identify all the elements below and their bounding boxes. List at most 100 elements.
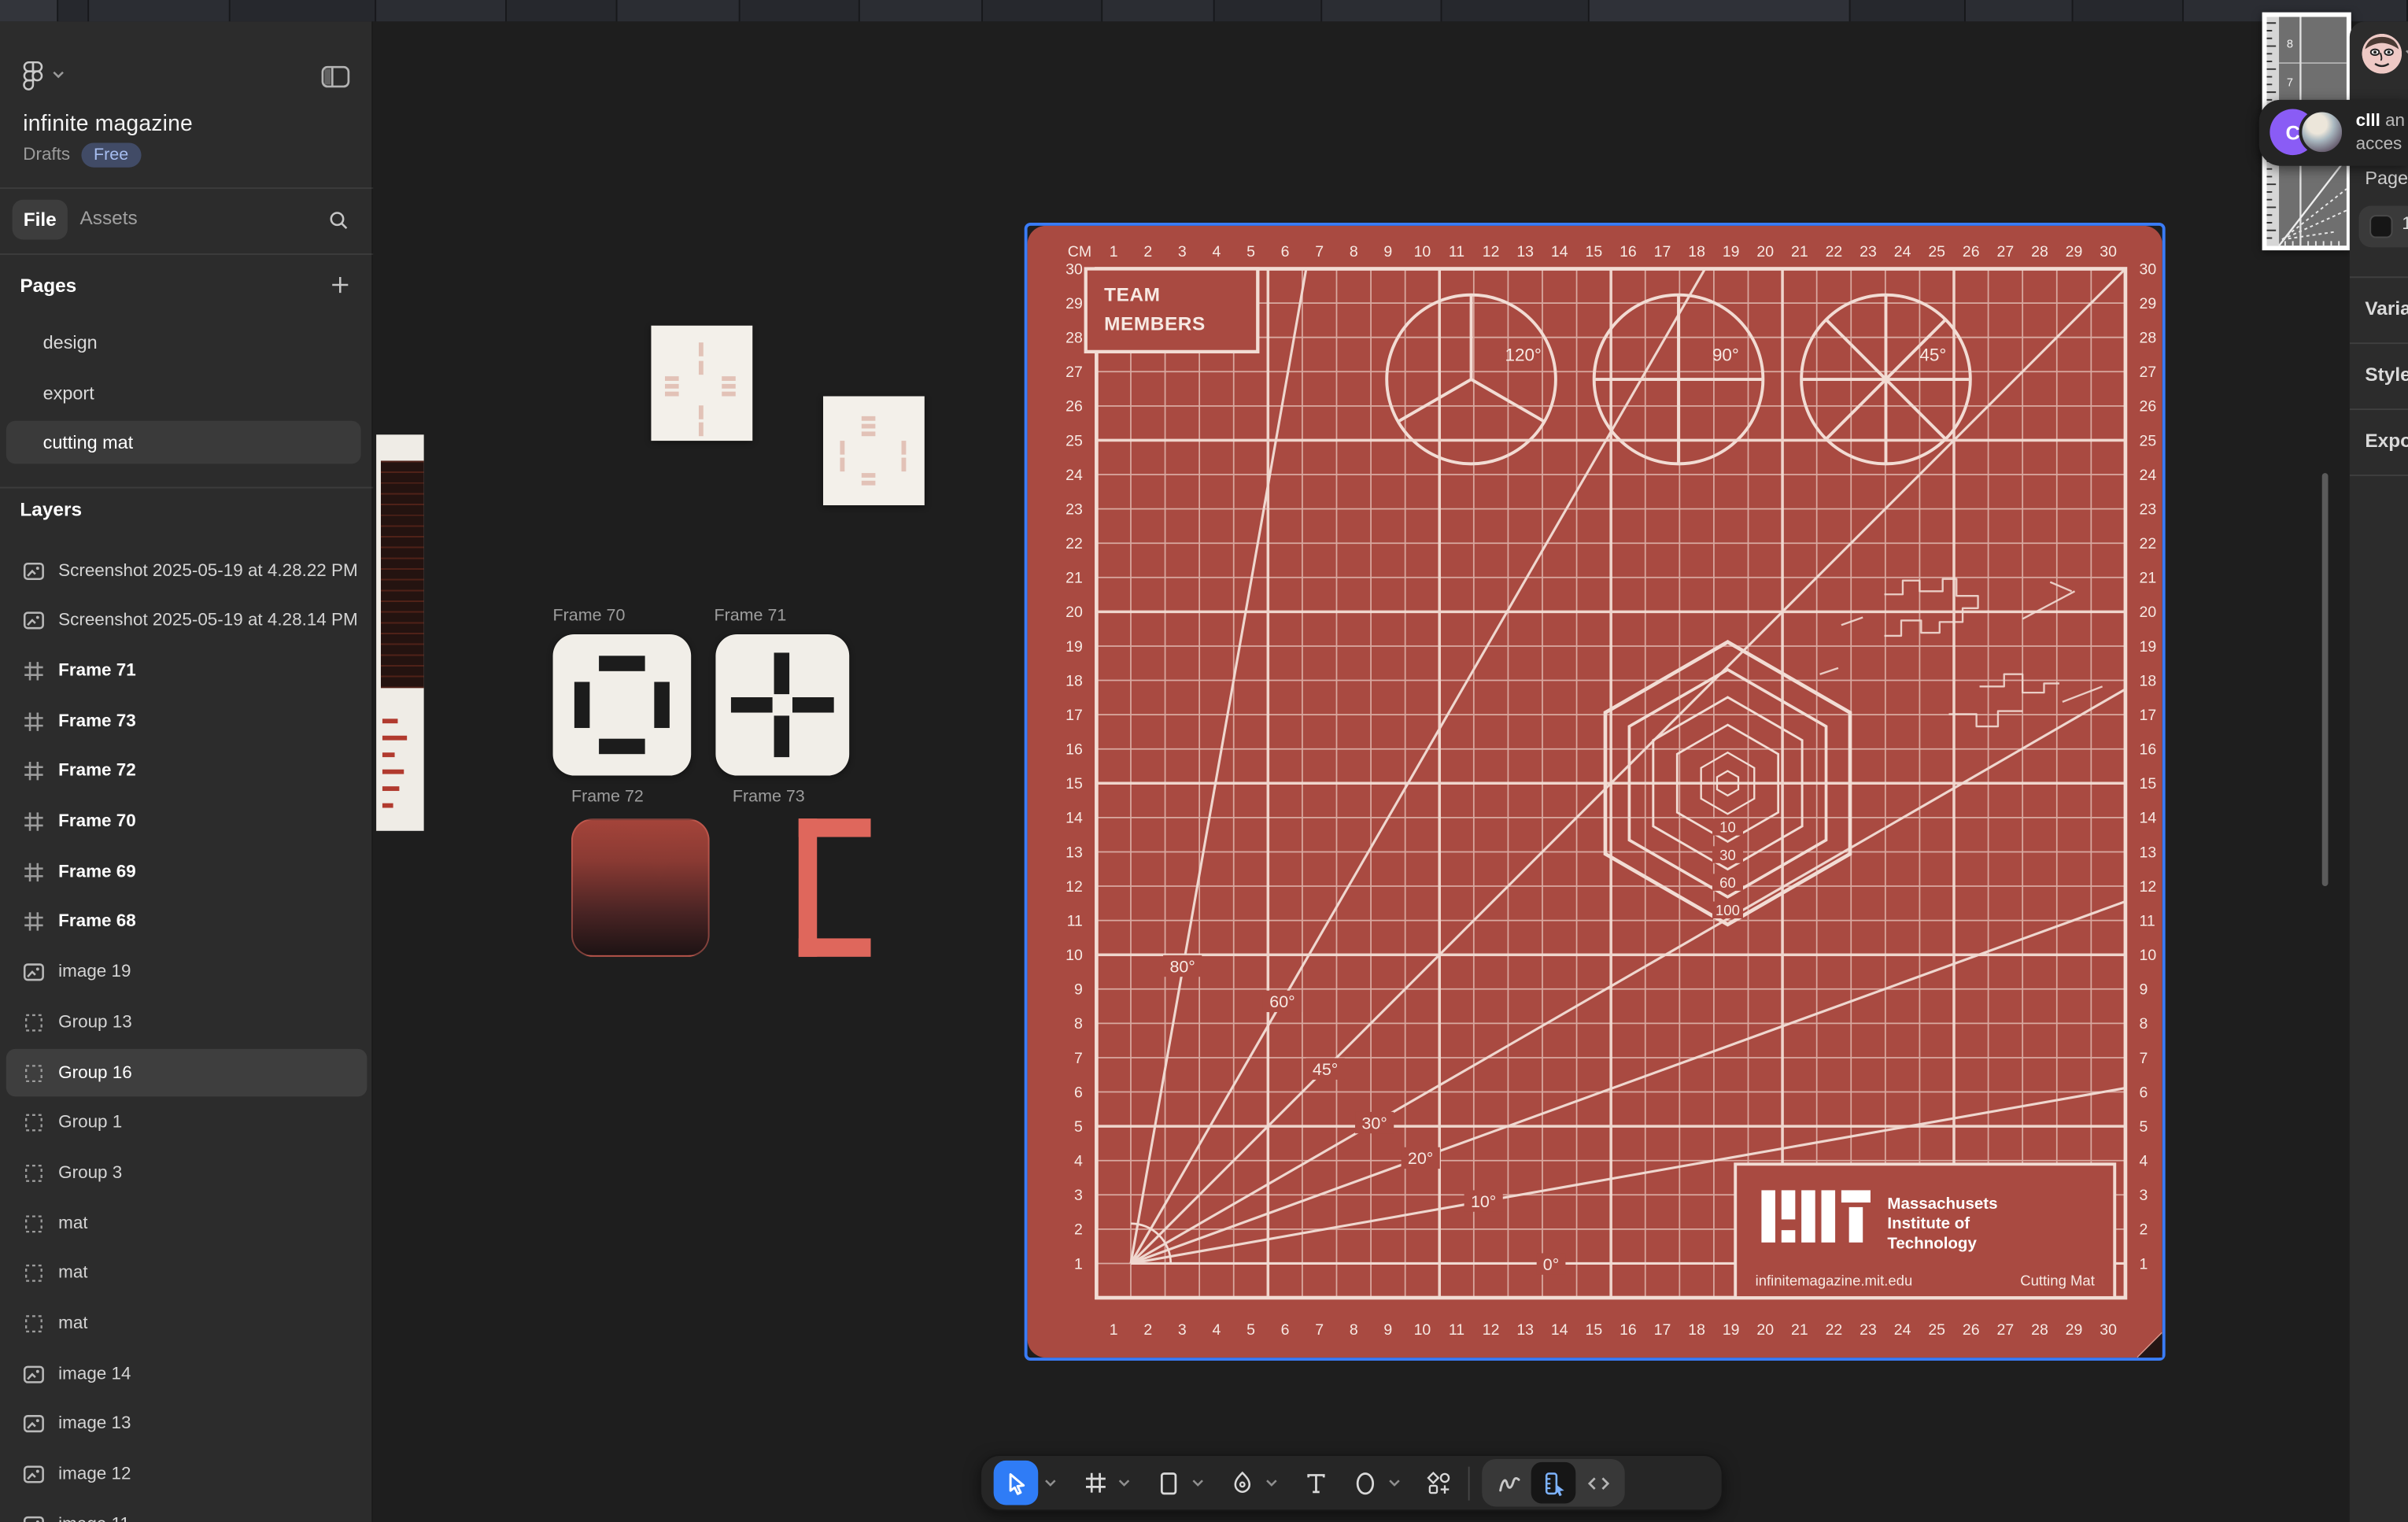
shapes-plus-icon xyxy=(1425,1469,1453,1497)
window-tab[interactable] xyxy=(231,0,376,21)
canvas-frame-label[interactable]: Frame 72 xyxy=(571,788,644,806)
window-tab[interactable] xyxy=(1215,0,1323,21)
collaborator-toast: C clll an acces xyxy=(2259,100,2408,166)
layer-row-mat[interactable]: mat xyxy=(0,1198,373,1248)
window-tab[interactable] xyxy=(1590,0,1851,21)
frame-tool-button[interactable] xyxy=(1078,1466,1112,1500)
layer-row-Frame-69[interactable]: Frame 69 xyxy=(0,847,373,897)
avatar-chevron-icon[interactable] xyxy=(2405,49,2408,57)
dev-mode-button[interactable] xyxy=(1575,1462,1620,1504)
window-tab[interactable] xyxy=(740,0,860,21)
window-tab[interactable] xyxy=(507,0,618,21)
layer-row-Frame-72[interactable]: Frame 72 xyxy=(0,746,373,796)
window-tab[interactable] xyxy=(1966,0,2074,21)
move-tool-button[interactable] xyxy=(994,1461,1039,1505)
actions-tool-button[interactable] xyxy=(1422,1466,1456,1500)
add-page-icon[interactable] xyxy=(329,273,352,296)
svg-text:9: 9 xyxy=(2139,981,2148,999)
canvas-frame-label[interactable]: Frame 71 xyxy=(714,607,786,625)
divider xyxy=(0,187,373,189)
window-tab[interactable] xyxy=(983,0,1102,21)
draw-mode-button[interactable] xyxy=(1487,1462,1531,1504)
window-tab[interactable] xyxy=(618,0,740,21)
file-title[interactable]: infinite magazine xyxy=(23,112,193,136)
rectangle-tool-button[interactable] xyxy=(1152,1466,1186,1500)
layer-row-Frame-71[interactable]: Frame 71 xyxy=(0,645,373,696)
figma-logo-icon[interactable] xyxy=(21,60,44,92)
layer-row-image-14[interactable]: image 14 xyxy=(0,1349,373,1399)
window-tab[interactable] xyxy=(1442,0,1589,21)
svg-text:20: 20 xyxy=(1756,243,1774,260)
svg-text:19: 19 xyxy=(2139,638,2156,656)
layer-row-Screenshot-2025-05-19-at-4.28.22-PM[interactable]: Screenshot 2025-05-19 at 4.28.22 PM xyxy=(0,545,373,596)
layer-row-mat[interactable]: mat xyxy=(0,1299,373,1349)
page-item-design[interactable]: design xyxy=(6,321,361,364)
window-tab[interactable] xyxy=(860,0,983,21)
frame-70-object[interactable] xyxy=(553,634,692,776)
canvas-scrollbar[interactable] xyxy=(2322,473,2329,886)
layer-row-image-12[interactable]: image 12 xyxy=(0,1449,373,1499)
frame-layer-icon xyxy=(21,859,46,884)
page-color-swatch[interactable] xyxy=(2369,215,2392,238)
page-item-cutting-mat[interactable]: cutting mat xyxy=(6,421,361,464)
layer-row-Frame-68[interactable]: Frame 68 xyxy=(0,896,373,947)
window-tab-strip[interactable] xyxy=(0,0,2408,21)
panel-section-export[interactable]: Export xyxy=(2365,430,2408,451)
frame-tool-chevron-icon[interactable] xyxy=(1118,1479,1131,1487)
layer-row-Group-16[interactable]: Group 16 xyxy=(0,1047,373,1098)
ellipse-tool-button[interactable] xyxy=(1348,1466,1382,1500)
cutting-mat-object-selected[interactable]: 80°60°45°30°20°10°0°120°90°45°103060100T… xyxy=(1028,226,2162,1358)
magazine-page-object[interactable] xyxy=(376,434,423,830)
ellipse-tool-chevron-icon[interactable] xyxy=(1388,1479,1401,1487)
collapse-sidebar-icon[interactable] xyxy=(321,65,350,89)
window-tab[interactable] xyxy=(0,0,58,21)
main-menu-chevron-icon[interactable] xyxy=(52,71,65,79)
print-mark-card-object[interactable] xyxy=(823,396,925,505)
layer-row-Group-13[interactable]: Group 13 xyxy=(0,997,373,1047)
layer-row-Group-1[interactable]: Group 1 xyxy=(0,1098,373,1148)
window-tab[interactable] xyxy=(2074,0,2185,21)
print-mark-card-object[interactable] xyxy=(651,326,752,441)
layer-row-image-13[interactable]: image 13 xyxy=(0,1399,373,1450)
face-avatar-icon xyxy=(2362,34,2402,74)
layer-row-Group-3[interactable]: Group 3 xyxy=(0,1148,373,1199)
frame-73-object[interactable] xyxy=(799,818,871,957)
panel-section-styles[interactable]: Styles xyxy=(2365,364,2408,386)
canvas-frame-label[interactable]: Frame 73 xyxy=(733,788,805,806)
svg-text:30: 30 xyxy=(2100,1321,2117,1339)
page-color-row[interactable]: 1 xyxy=(2359,206,2408,248)
text-tool-button[interactable] xyxy=(1299,1466,1333,1500)
layer-row-image-11[interactable]: image 11 xyxy=(0,1499,373,1522)
user-avatar[interactable] xyxy=(2362,34,2402,74)
layer-row-image-19[interactable]: image 19 xyxy=(0,947,373,997)
breadcrumb[interactable]: Drafts xyxy=(23,146,70,164)
design-mode-button-active[interactable] xyxy=(1531,1462,1576,1504)
layer-row-mat[interactable]: mat xyxy=(0,1248,373,1299)
window-tab[interactable] xyxy=(1851,0,1966,21)
layer-row-Screenshot-2025-05-19-at-4.28.14-PM[interactable]: Screenshot 2025-05-19 at 4.28.14 PM xyxy=(0,596,373,646)
pen-tool-chevron-icon[interactable] xyxy=(1265,1479,1278,1487)
window-tab[interactable] xyxy=(58,0,89,21)
pen-tool-button[interactable] xyxy=(1225,1466,1259,1500)
plan-badge: Free xyxy=(81,142,140,167)
page-item-export[interactable]: export xyxy=(6,371,361,414)
frame-72-object[interactable] xyxy=(571,818,710,957)
rectangle-tool-chevron-icon[interactable] xyxy=(1191,1479,1204,1487)
window-tab[interactable] xyxy=(1322,0,1442,21)
tab-file[interactable]: File xyxy=(13,200,68,240)
move-tool-chevron-icon[interactable] xyxy=(1044,1479,1057,1487)
canvas-frame-label[interactable]: Frame 70 xyxy=(553,607,626,625)
layer-row-Frame-70[interactable]: Frame 70 xyxy=(0,796,373,847)
svg-text:13: 13 xyxy=(1516,243,1534,260)
window-tab[interactable] xyxy=(1102,0,1214,21)
panel-section-variables[interactable]: Variables xyxy=(2365,298,2408,320)
tab-assets[interactable]: Assets xyxy=(79,207,137,228)
design-canvas[interactable]: Frame 70 Frame 71 Frame 72 Frame 73 80°60°4… xyxy=(373,21,2408,1522)
group-layer-icon xyxy=(21,1061,46,1085)
window-tab[interactable] xyxy=(376,0,507,21)
layer-label: Group 3 xyxy=(58,1164,122,1182)
window-tab[interactable] xyxy=(89,0,231,21)
search-icon[interactable] xyxy=(327,209,350,231)
frame-71-object[interactable] xyxy=(715,634,849,776)
layer-row-Frame-73[interactable]: Frame 73 xyxy=(0,696,373,746)
